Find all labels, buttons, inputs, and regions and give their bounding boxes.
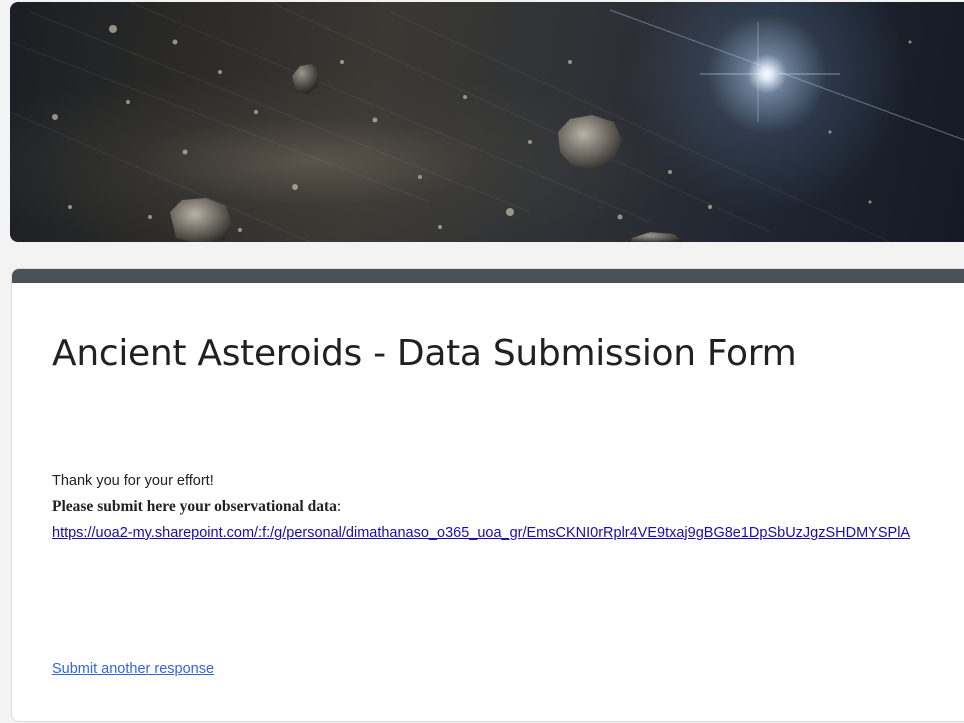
submit-instruction-bold: Please submit here your observational da… [52, 498, 337, 515]
form-title: Ancient Asteroids - Data Submission Form [52, 333, 797, 374]
submit-instruction: Please submit here your observational da… [52, 494, 932, 520]
confirmation-card: Ancient Asteroids - Data Submission Form… [11, 268, 964, 722]
confirmation-message: Thank you for your effort! Please submit… [52, 468, 932, 546]
submit-another-response-link[interactable]: Submit another response [52, 659, 214, 679]
card-accent-bar [12, 269, 964, 283]
header-banner-image [10, 2, 964, 242]
submit-instruction-colon: : [336, 498, 342, 515]
form-page: Ancient Asteroids - Data Submission Form… [0, 0, 964, 723]
thanks-text: Thank you for your effort! [52, 473, 214, 489]
asteroid-field-illustration [10, 2, 964, 242]
sharepoint-upload-link[interactable]: https://uoa2-my.sharepoint.com/:f:/g/per… [52, 520, 927, 546]
